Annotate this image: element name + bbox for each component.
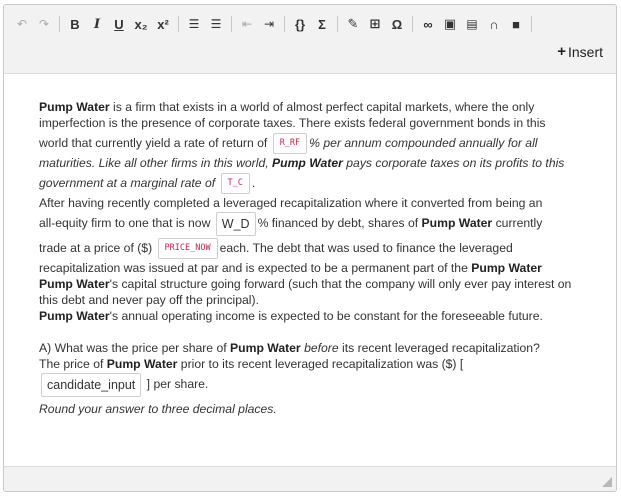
outdent-icon[interactable]: ⇤ bbox=[236, 13, 258, 35]
italic-icon[interactable]: I bbox=[86, 13, 108, 35]
indent-icon[interactable]: ⇥ bbox=[258, 13, 280, 35]
toolbar-divider bbox=[412, 16, 413, 32]
undo-icon[interactable]: ↶ bbox=[11, 13, 33, 35]
company-name: Pump Water bbox=[39, 276, 110, 291]
variable-tag-t-c[interactable]: T_C bbox=[220, 173, 250, 195]
editor-statusbar bbox=[4, 466, 616, 491]
table-icon[interactable]: ⊞ bbox=[364, 13, 386, 35]
video-icon[interactable]: ■ bbox=[505, 13, 527, 35]
text-run: currently bbox=[492, 216, 543, 230]
text-run: before bbox=[304, 340, 339, 355]
text-run: ] per share. bbox=[146, 376, 209, 391]
underline-icon[interactable]: U bbox=[108, 13, 130, 35]
rich-text-editor: ↶ ↷ B I U x₂ x² ☰ ☰ ⇤ ⇥ {} Σ ✎ ⊞ Ω ∞ ▣ ▤… bbox=[3, 4, 617, 492]
redo-icon[interactable]: ↷ bbox=[33, 13, 55, 35]
toolbar-divider bbox=[231, 16, 232, 32]
company-name: Pump Water bbox=[39, 100, 110, 114]
paragraph-income: Pump Water's annual operating income is … bbox=[39, 308, 584, 324]
text-run: its recent leveraged recapitalization? bbox=[338, 340, 540, 355]
text-run: trade at a price of ($) bbox=[39, 240, 153, 255]
code-icon[interactable]: {} bbox=[289, 13, 311, 35]
resize-handle-icon[interactable] bbox=[602, 477, 612, 487]
omega-icon[interactable]: Ω bbox=[386, 13, 408, 35]
text-run: % per annum compounded annually for all bbox=[309, 136, 538, 150]
ordered-list-icon[interactable]: ☰ bbox=[183, 13, 205, 35]
link-icon[interactable]: ∞ bbox=[417, 13, 439, 35]
text-run: this debt and never pay off the principa… bbox=[39, 292, 259, 307]
toolbar-buttons: ↶ ↷ B I U x₂ x² ☰ ☰ ⇤ ⇥ {} Σ ✎ ⊞ Ω ∞ ▣ ▤… bbox=[11, 13, 536, 35]
toolbar-divider bbox=[59, 16, 60, 32]
paragraph-intro: Pump Water is a firm that exists in a wo… bbox=[39, 99, 584, 195]
company-name: Pump Water bbox=[272, 156, 343, 170]
text-run: maturities. Like all other firms in this… bbox=[39, 156, 269, 170]
toolbar-divider bbox=[284, 16, 285, 32]
text-run: % financed by debt, shares of bbox=[257, 216, 419, 230]
text-run: prior to its recent leveraged recapitali… bbox=[177, 356, 464, 371]
variable-tag-price-now[interactable]: PRICE_NOW bbox=[157, 238, 218, 260]
insert-button[interactable]: + Insert bbox=[557, 43, 603, 60]
text-run: Round your answer to three decimal place… bbox=[39, 401, 277, 416]
superscript-icon[interactable]: x² bbox=[152, 13, 174, 35]
candidate-input[interactable]: candidate_input bbox=[41, 372, 142, 397]
variable-box-w-d[interactable]: W_D bbox=[215, 211, 256, 236]
toolbar-divider bbox=[178, 16, 179, 32]
text-run: After having recently completed a levera… bbox=[39, 196, 543, 210]
text-run: each. The debt that was used to finance … bbox=[219, 240, 513, 255]
company-name: Pump Water bbox=[39, 308, 110, 323]
plus-icon: + bbox=[557, 43, 566, 60]
question-a: A) What was the price per share of Pump … bbox=[39, 340, 584, 421]
text-run: all-equity firm to one that is now bbox=[39, 216, 211, 230]
company-name: Pump Water bbox=[230, 340, 301, 355]
unordered-list-icon[interactable]: ☰ bbox=[205, 13, 227, 35]
sigma-icon[interactable]: Σ bbox=[311, 13, 333, 35]
toolbar-divider bbox=[337, 16, 338, 32]
variable-tag-r-rf[interactable]: R_RF bbox=[272, 133, 308, 155]
text-run: 's capital structure going forward (such… bbox=[109, 276, 572, 291]
text-run: The price of bbox=[39, 356, 104, 371]
image-icon[interactable]: ▣ bbox=[439, 13, 461, 35]
editor-content[interactable]: Pump Water is a firm that exists in a wo… bbox=[39, 99, 584, 421]
company-name: Pump Water bbox=[421, 216, 493, 230]
text-run: 's annual operating income is expected t… bbox=[109, 308, 543, 323]
text-run: . bbox=[251, 176, 256, 190]
text-run: government at a marginal rate of bbox=[39, 176, 216, 190]
company-name: Pump Water bbox=[471, 260, 542, 275]
text-run: A) What was the price per share of bbox=[39, 340, 227, 355]
insert-label: Insert bbox=[567, 43, 603, 60]
subscript-icon[interactable]: x₂ bbox=[130, 13, 152, 35]
text-run: pays corporate taxes on its profits to t… bbox=[342, 156, 565, 170]
company-name: Pump Water bbox=[106, 356, 178, 371]
text-run: world that currently yield a rate of ret… bbox=[39, 136, 268, 150]
editor-toolbar: ↶ ↷ B I U x₂ x² ☰ ☰ ⇤ ⇥ {} Σ ✎ ⊞ Ω ∞ ▣ ▤… bbox=[4, 5, 616, 74]
text-run: is a firm that exists in a world of almo… bbox=[109, 100, 535, 114]
pencil-icon[interactable]: ✎ bbox=[342, 13, 364, 35]
headphones-icon[interactable]: ∩ bbox=[483, 13, 505, 35]
text-run: recapitalization was issued at par and i… bbox=[39, 260, 468, 275]
text-run: imperfection is the presence of corporat… bbox=[39, 116, 546, 130]
toolbar-divider bbox=[531, 16, 532, 32]
paragraph-recap: After having recently completed a levera… bbox=[39, 195, 584, 308]
bold-icon[interactable]: B bbox=[64, 13, 86, 35]
pdf-icon[interactable]: ▤ bbox=[461, 13, 483, 35]
